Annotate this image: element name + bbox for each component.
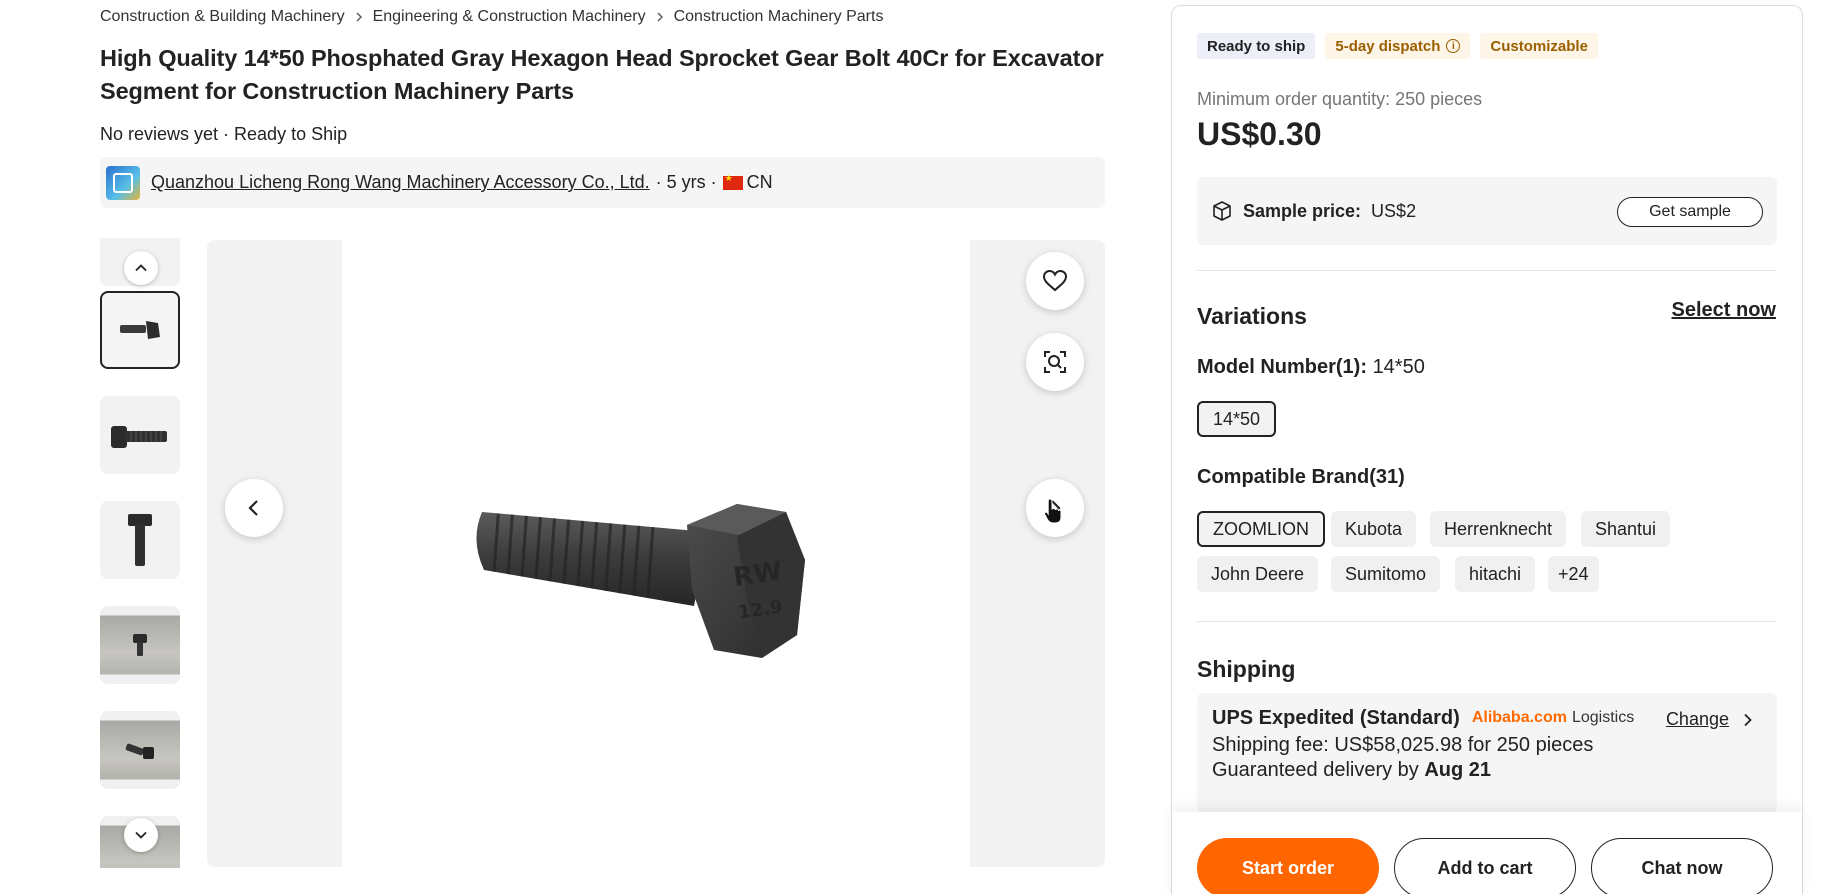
brand-chip-kubota[interactable]: Kubota	[1331, 511, 1417, 547]
brand-chip-more[interactable]: +24	[1548, 556, 1599, 592]
brand-chip-hitachi[interactable]: hitachi	[1455, 556, 1536, 592]
add-to-cart-button[interactable]: Add to cart	[1394, 838, 1576, 894]
box-icon	[1213, 201, 1231, 221]
shipping-title: Shipping	[1197, 656, 1296, 682]
chat-now-button[interactable]: Chat now	[1591, 838, 1773, 894]
thumbnail-scroll-down-button[interactable]	[124, 818, 158, 852]
sample-price-box: Sample price: US$2 Get sample	[1197, 177, 1777, 245]
hand-cursor-icon	[1044, 498, 1062, 524]
variations-title: Variations	[1197, 303, 1307, 329]
chevron-right-icon	[345, 12, 373, 22]
shipping-fee: Shipping fee: US$58,025.98 for 250 piece…	[1212, 734, 1594, 756]
image-search-button[interactable]	[1026, 333, 1084, 391]
brand-chip-sumitomo[interactable]: Sumitomo	[1331, 556, 1441, 592]
brand-chip-zoomlion[interactable]: ZOOMLION	[1197, 511, 1326, 547]
model-number-label: Model Number(1):	[1197, 356, 1367, 378]
brand-chip-herrenknecht[interactable]: Herrenknecht	[1430, 511, 1567, 547]
breadcrumb: Construction & Building Machinery Engine…	[100, 0, 1105, 34]
bolt-thumbnail-image	[133, 634, 147, 656]
logistics-label: Logistics	[1571, 709, 1635, 726]
bolt-thumbnail-image	[120, 321, 160, 339]
chevron-right-icon	[646, 12, 674, 22]
action-bar: Start order Add to cart Chat now	[1172, 812, 1802, 894]
start-order-button[interactable]: Start order	[1197, 838, 1379, 894]
supplier-name-link[interactable]: Quanzhou Licheng Rong Wang Machinery Acc…	[151, 172, 650, 193]
dispatch-badge: 5-day dispatch i	[1325, 33, 1471, 59]
shipping-box: UPS Expedited (Standard) Alibaba.com Log…	[1197, 693, 1777, 813]
main-product-image[interactable]: RW 12.9	[207, 240, 1105, 867]
previous-image-button[interactable]	[225, 479, 283, 537]
change-shipping-label: Change	[1665, 709, 1729, 729]
supplier-country: CN	[746, 172, 773, 192]
shipping-method: UPS Expedited (Standard)	[1212, 706, 1460, 729]
brand-chip-john-deere[interactable]: John Deere	[1197, 556, 1319, 592]
change-shipping-link[interactable]: Change	[1666, 709, 1755, 730]
main-image-canvas: RW 12.9	[342, 240, 970, 867]
unit-price: US$0.30	[1197, 116, 1322, 152]
badge-row: Ready to ship 5-day dispatch i Customiza…	[1197, 33, 1598, 59]
supplier-meta: · 5 yrs · CN	[656, 172, 773, 193]
thumbnail[interactable]	[100, 606, 180, 684]
favorite-button[interactable]	[1026, 252, 1084, 310]
brand-chip-shantui[interactable]: Shantui	[1581, 511, 1671, 547]
product-title: High Quality 14*50 Phosphated Gray Hexag…	[100, 45, 1104, 104]
bolt-thumbnail-image	[111, 426, 167, 448]
model-number-value: 14*50	[1372, 356, 1425, 378]
purchase-panel: Ready to ship 5-day dispatch i Customiza…	[1171, 5, 1803, 894]
minimum-order-quantity: Minimum order quantity: 250 pieces	[1197, 89, 1483, 109]
chevron-left-icon	[248, 500, 258, 516]
alibaba-logo: Alibaba.com	[1471, 709, 1567, 726]
heart-icon	[1042, 269, 1068, 292]
thumbnail-scroll-up-button[interactable]	[124, 251, 158, 285]
model-option-chip[interactable]: 14*50	[1197, 401, 1277, 437]
supplier-bar: Quanzhou Licheng Rong Wang Machinery Acc…	[100, 157, 1105, 208]
thumbnail[interactable]	[100, 711, 180, 789]
image-search-icon	[1044, 351, 1066, 373]
thumbnail-active[interactable]	[100, 291, 180, 369]
chevron-down-icon	[135, 831, 147, 839]
select-now-link[interactable]: Select now	[1672, 299, 1776, 322]
sample-price-value: US$2	[1371, 200, 1417, 221]
customizable-badge: Customizable	[1480, 33, 1598, 59]
hex-bolt-image: RW 12.9	[476, 504, 805, 658]
chevron-right-icon	[1744, 713, 1752, 726]
reviews-status: No reviews yet · Ready to Ship	[100, 124, 348, 144]
breadcrumb-item-machinery-parts[interactable]: Construction Machinery Parts	[674, 8, 884, 26]
bolt-thumbnail-image	[125, 743, 154, 759]
bolt-thumbnail-image	[128, 514, 152, 566]
guaranteed-delivery: Guaranteed delivery by Aug 21	[1212, 759, 1762, 782]
thumbnail[interactable]	[100, 396, 180, 474]
chevron-up-icon	[135, 264, 147, 272]
info-icon[interactable]: i	[1446, 39, 1461, 53]
breadcrumb-item-engineering-construction[interactable]: Engineering & Construction Machinery	[373, 8, 646, 26]
divider	[1197, 621, 1777, 622]
compatible-brand-row: Compatible Brand(31)	[1197, 466, 1405, 489]
compatible-brand-label: Compatible Brand(31)	[1197, 466, 1405, 488]
model-number-row: Model Number(1): 14*50	[1197, 356, 1425, 379]
supplier-years: · 5 yrs ·	[655, 172, 717, 192]
thumbnail[interactable]	[100, 501, 180, 579]
thumbnail-strip	[100, 238, 182, 868]
supplier-logo[interactable]	[106, 165, 140, 200]
product-header: Construction & Building Machinery Engine…	[100, 0, 1105, 208]
get-sample-button[interactable]: Get sample	[1617, 197, 1763, 227]
dispatch-badge-label: 5-day dispatch	[1335, 37, 1441, 55]
china-flag-icon	[722, 173, 743, 190]
breadcrumb-item-construction-building[interactable]: Construction & Building Machinery	[100, 8, 345, 26]
divider	[1197, 270, 1777, 271]
delivery-prefix: Guaranteed delivery by	[1212, 759, 1419, 781]
delivery-date: Aug 21	[1424, 759, 1492, 781]
sample-price-label: Sample price:	[1243, 200, 1362, 221]
ready-to-ship-badge: Ready to ship	[1197, 33, 1316, 59]
